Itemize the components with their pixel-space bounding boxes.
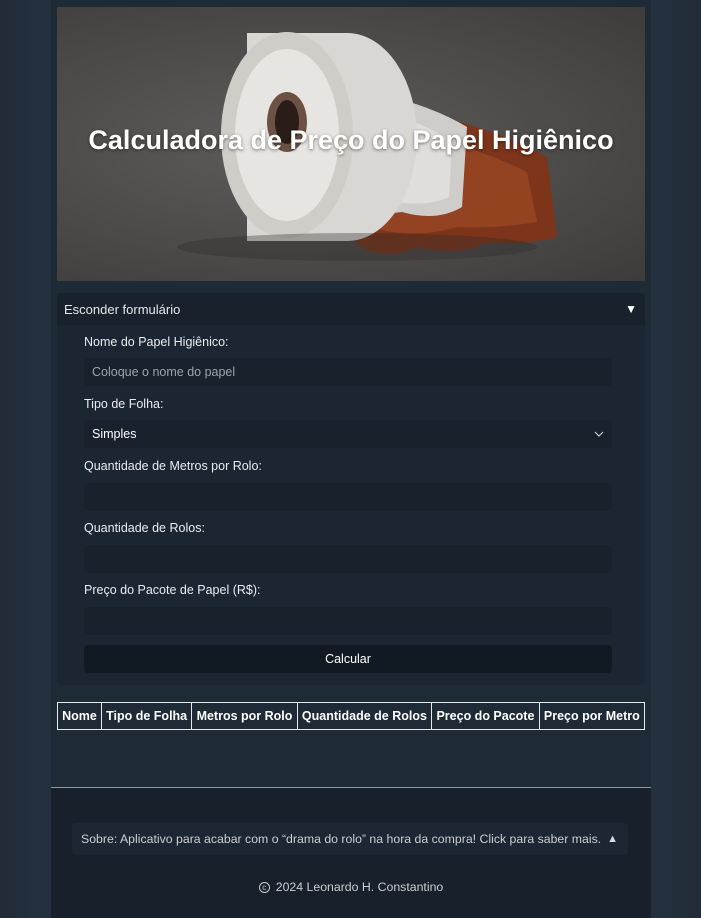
copyright-icon: c <box>258 882 270 893</box>
about-toggle[interactable]: Sobre: Aplicativo para acabar com o “dra… <box>72 823 628 855</box>
copyright: c 2024 Leonardo H. Constantino <box>51 880 651 894</box>
price-label: Preço do Pacote de Papel (R$): <box>84 583 261 597</box>
roll-quantity-input[interactable] <box>84 545 612 573</box>
triangle-up-icon: ▲ <box>607 833 618 845</box>
hero-banner: Calculadora de Preço do Papel Higiênico <box>57 7 645 281</box>
copyright-text: 2024 Leonardo H. Constantino <box>275 880 444 894</box>
toggle-form-label: Esconder formulário <box>64 301 181 317</box>
triangle-down-icon: ▼ <box>625 302 637 316</box>
meters-per-roll-input[interactable] <box>84 483 612 511</box>
rolls-label: Quantidade de Rolos: <box>84 521 205 535</box>
footer: Sobre: Aplicativo para acabar com o “dra… <box>51 787 651 918</box>
column-header-price-per-meter: Preço por Metro <box>538 702 646 730</box>
about-text: Sobre: Aplicativo para acabar com o “dra… <box>81 832 602 846</box>
calculator-form: Esconder formulário ▼ Nome do Papel Higi… <box>57 293 645 685</box>
column-header-meters-per-roll: Metros por Rolo <box>191 702 298 730</box>
page-title: Calculadora de Preço do Papel Higiênico <box>88 125 614 155</box>
results-table: Nome Tipo de Folha Metros por Rolo Quant… <box>57 702 646 730</box>
meters-label: Quantidade de Metros por Rolo: <box>84 459 262 473</box>
sheet-type-value: Simples <box>92 427 137 441</box>
calculate-button[interactable]: Calcular <box>84 645 612 673</box>
paper-name-input[interactable] <box>84 358 612 386</box>
column-header-package-price: Preço do Pacote <box>431 702 540 730</box>
column-header-name: Nome <box>57 702 102 730</box>
toggle-form-button[interactable]: Esconder formulário ▼ <box>57 293 645 325</box>
sheet-type-select[interactable]: Simples <box>84 420 612 448</box>
sheet-type-label: Tipo de Folha: <box>84 397 164 411</box>
column-header-sheet-type: Tipo de Folha <box>100 702 193 730</box>
name-label: Nome do Papel Higiênico: <box>84 335 229 349</box>
table-header-row: Nome Tipo de Folha Metros por Rolo Quant… <box>57 702 646 730</box>
column-header-roll-quantity: Quantidade de Rolos <box>296 702 433 730</box>
package-price-input[interactable] <box>84 607 612 635</box>
app-page: Calculadora de Preço do Papel Higiênico … <box>51 0 651 918</box>
chevron-down-icon <box>594 431 604 437</box>
